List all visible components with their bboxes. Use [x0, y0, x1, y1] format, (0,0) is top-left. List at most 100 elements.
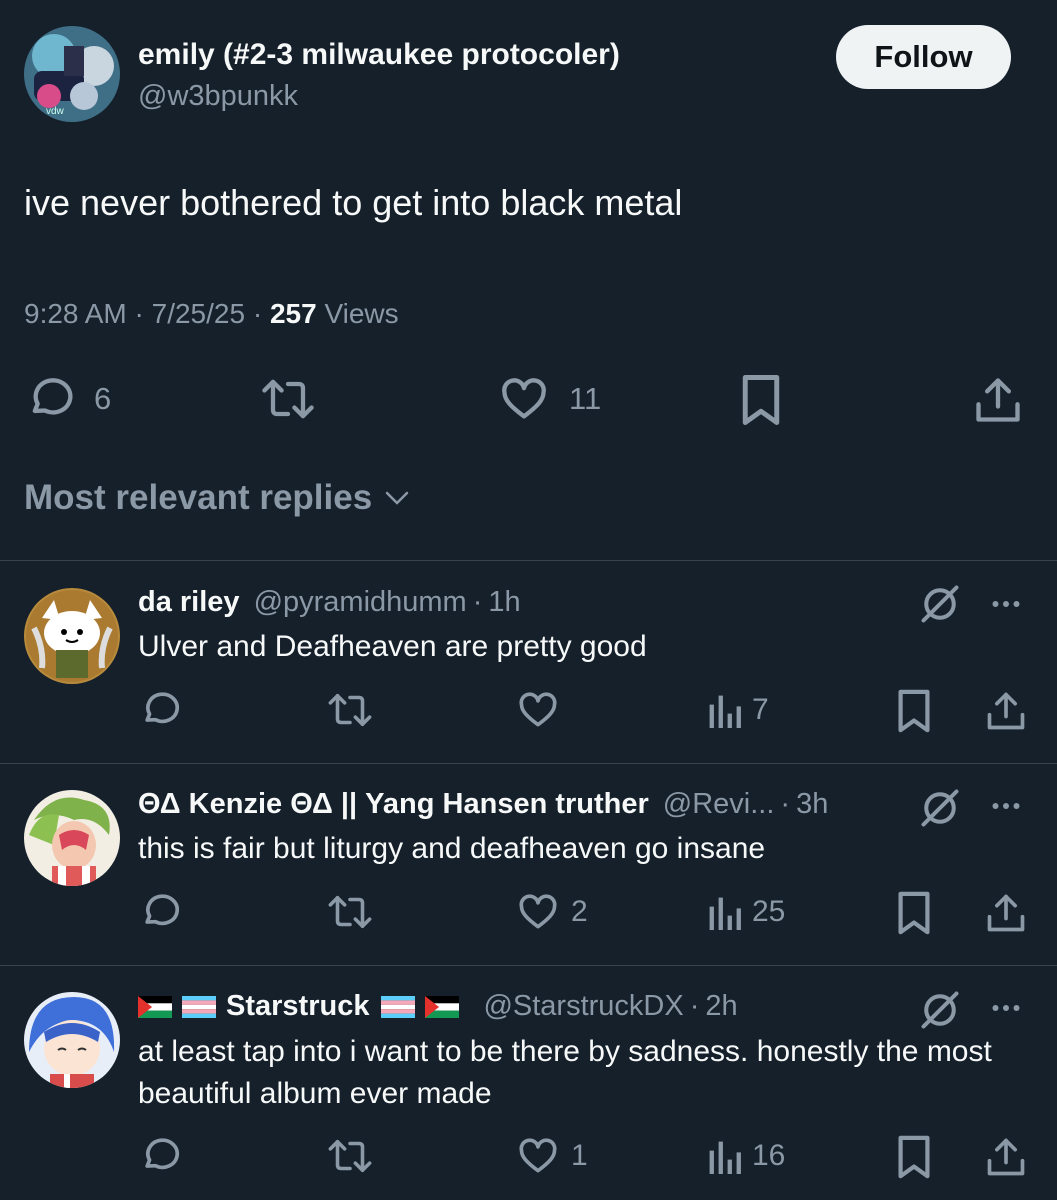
- views-button[interactable]: 25: [706, 890, 785, 934]
- flag-icon: [138, 990, 182, 1023]
- tweet-text: ive never bothered to get into black met…: [24, 182, 683, 223]
- tweet-meta: 9:28 AM · 7/25/25 · 257 Views: [24, 298, 399, 329]
- views-button[interactable]: 16: [706, 1134, 785, 1178]
- tweet-date: 7/25/25: [151, 298, 246, 329]
- retweet-button[interactable]: [325, 688, 375, 732]
- retweet-button[interactable]: [325, 1134, 375, 1178]
- reply-author-name[interactable]: Starstruck: [226, 990, 369, 1023]
- divider: [0, 560, 1057, 561]
- share-icon: [984, 688, 1028, 734]
- separator-dot: ·: [472, 586, 483, 618]
- share-button[interactable]: [972, 373, 1024, 427]
- share-icon: [984, 1134, 1028, 1180]
- views-count: 257: [269, 298, 317, 329]
- bookmark-button[interactable]: [894, 688, 934, 734]
- retweet-button[interactable]: [258, 373, 318, 425]
- reply-time: 1h: [488, 586, 521, 618]
- author-handle[interactable]: @w3bpunkk: [138, 80, 298, 113]
- grok-icon[interactable]: [918, 582, 962, 626]
- share-icon: [984, 890, 1028, 936]
- avatar[interactable]: vdw: [24, 26, 120, 122]
- tweet-time: 9:28 AM: [24, 298, 127, 329]
- bookmark-icon: [894, 890, 934, 936]
- chevron-down-icon: [372, 483, 412, 513]
- bookmark-button[interactable]: [894, 1134, 934, 1180]
- like-count: 1: [571, 1139, 588, 1172]
- views-icon: [706, 688, 742, 732]
- views-button[interactable]: 7: [706, 688, 769, 732]
- bookmark-button[interactable]: [738, 373, 784, 427]
- like-icon: [515, 1134, 561, 1178]
- like-button[interactable]: 1: [515, 1134, 588, 1178]
- reply-time: 3h: [796, 788, 829, 820]
- grok-icon[interactable]: [918, 786, 962, 830]
- views-label: Views: [324, 298, 399, 329]
- views-count: 25: [752, 895, 786, 928]
- retweet-icon: [325, 1134, 375, 1178]
- bookmark-button[interactable]: [894, 890, 934, 936]
- views-icon: [706, 890, 742, 934]
- views-count: 16: [752, 1139, 786, 1172]
- like-icon: [497, 373, 551, 425]
- reply-icon: [138, 1134, 182, 1178]
- reply-author-handle[interactable]: @pyramidhumm: [254, 586, 467, 619]
- reply-button[interactable]: [138, 688, 182, 732]
- separator-dot: ·: [689, 990, 700, 1022]
- bookmark-icon: [894, 688, 934, 734]
- reply-header: da riley @pyramidhumm · 1h: [138, 586, 521, 619]
- like-count: 11: [569, 381, 602, 416]
- reply-text: at least tap into i want to be there by …: [138, 1035, 992, 1110]
- like-icon: [515, 890, 561, 934]
- flag-icon: [425, 990, 469, 1023]
- reply-icon: [138, 688, 182, 732]
- like-button[interactable]: 11: [497, 373, 601, 425]
- retweet-icon: [258, 373, 318, 425]
- reply-button[interactable]: 6: [24, 373, 111, 425]
- retweet-icon: [325, 688, 375, 732]
- avatar[interactable]: [24, 992, 120, 1088]
- reply-header: ΘΔ Kenzie ΘΔ || Yang Hansen truther @Rev…: [138, 788, 828, 821]
- avatar[interactable]: [24, 790, 120, 886]
- more-icon[interactable]: [986, 788, 1026, 824]
- share-button[interactable]: [984, 1134, 1028, 1180]
- divider: [0, 965, 1057, 966]
- follow-button[interactable]: Follow: [836, 25, 1011, 89]
- views-count: 7: [752, 693, 769, 726]
- like-icon: [515, 688, 561, 732]
- like-count: 2: [571, 895, 588, 928]
- reply-author-name[interactable]: da riley: [138, 586, 240, 619]
- more-icon[interactable]: [986, 586, 1026, 622]
- retweet-icon: [325, 890, 375, 934]
- reply-text: this is fair but liturgy and deafheaven …: [138, 832, 766, 865]
- like-button[interactable]: 2: [515, 890, 588, 934]
- svg-text:vdw: vdw: [46, 106, 65, 117]
- replies-header-label: Most relevant replies: [24, 478, 373, 517]
- bookmark-icon: [894, 1134, 934, 1180]
- reply-icon: [138, 890, 182, 934]
- avatar[interactable]: [24, 588, 120, 684]
- flag-icon: [381, 990, 425, 1023]
- share-icon: [972, 373, 1024, 427]
- grok-icon[interactable]: [918, 988, 962, 1032]
- share-button[interactable]: [984, 890, 1028, 936]
- reply-header: Starstruck @StarstruckDX · 2h: [138, 990, 738, 1023]
- reply-author-name[interactable]: ΘΔ Kenzie ΘΔ || Yang Hansen truther: [138, 788, 649, 821]
- more-icon[interactable]: [986, 990, 1026, 1026]
- separator-dot: ·: [780, 788, 791, 820]
- author-name[interactable]: emily (#2-3 milwaukee protocoler): [138, 38, 620, 72]
- views-icon: [706, 1134, 742, 1178]
- retweet-button[interactable]: [325, 890, 375, 934]
- reply-author-handle[interactable]: @StarstruckDX: [483, 990, 683, 1023]
- reply-count: 6: [94, 381, 112, 416]
- divider: [0, 763, 1057, 764]
- share-button[interactable]: [984, 688, 1028, 734]
- reply-button[interactable]: [138, 1134, 182, 1178]
- reply-icon: [24, 373, 76, 425]
- reply-time: 2h: [705, 990, 738, 1022]
- bookmark-icon: [738, 373, 784, 427]
- like-button[interactable]: [515, 688, 561, 732]
- replies-sort-dropdown[interactable]: Most relevant replies: [24, 478, 412, 518]
- reply-button[interactable]: [138, 890, 182, 934]
- reply-author-handle[interactable]: @Revi...: [663, 788, 775, 821]
- reply-text: Ulver and Deafheaven are pretty good: [138, 630, 647, 663]
